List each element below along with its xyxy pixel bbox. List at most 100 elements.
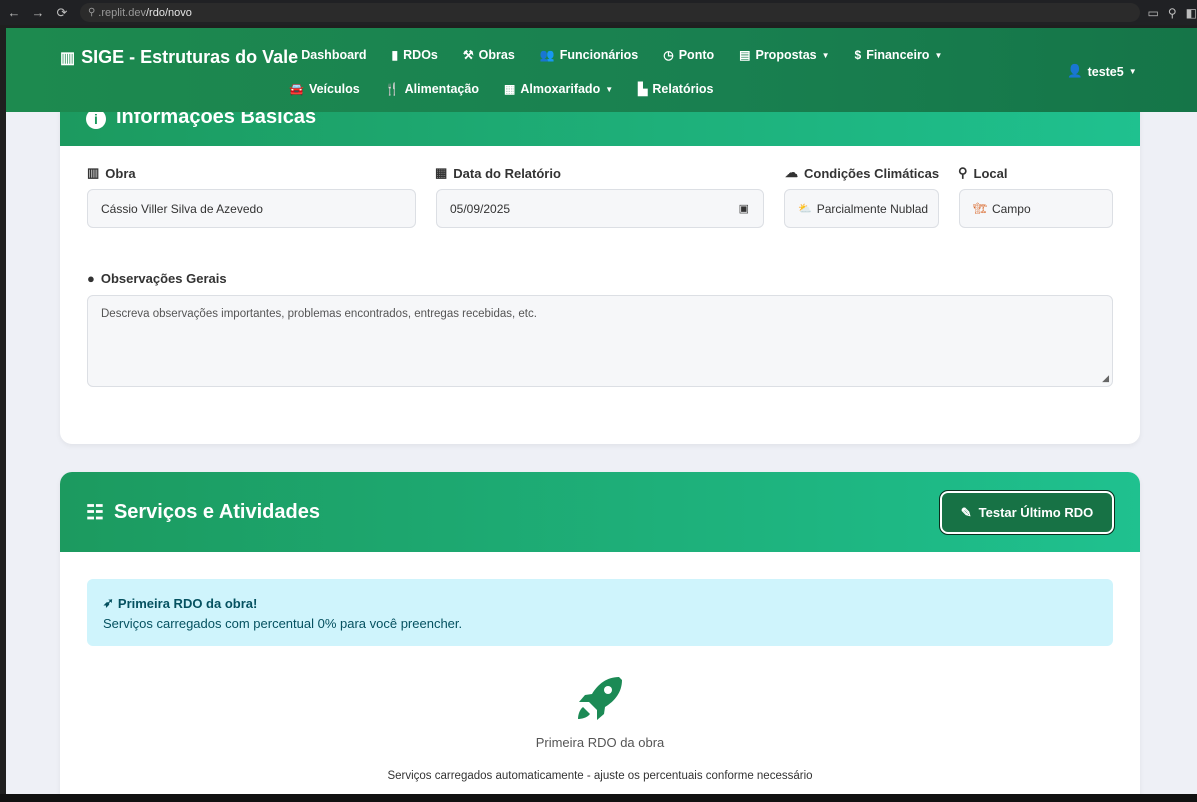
nav-propostas[interactable]: ▤ Propostas ▼ — [739, 46, 829, 64]
taskbar-strip — [0, 794, 1197, 802]
obs-label: ● Observações Gerais — [87, 271, 227, 286]
file-icon: ▮ — [391, 48, 399, 62]
resize-handle-icon[interactable]: ◢ — [1102, 373, 1109, 384]
obs-placeholder: Descreva observações importantes, proble… — [101, 308, 537, 320]
rocket-small-icon: ➶ — [103, 595, 114, 610]
data-label-text: Data do Relatório — [453, 165, 561, 181]
calendar-icon: ▦ — [435, 165, 448, 180]
browser-toolbar: ← → ⟳ ⚲ .replit.dev/rdo/novo ▭ ⚲ ◧ — [0, 0, 1197, 25]
boxes-icon: ▦ — [503, 82, 516, 96]
page-viewport: i Informações Básicas ▥ Obra Cássio Vill… — [6, 28, 1197, 794]
nav-dashboard[interactable]: ◔ Dashboard — [289, 46, 367, 64]
link-icon: ⚲ — [87, 7, 96, 18]
url-domain: .replit.dev — [98, 6, 146, 19]
local-value: Campo — [991, 201, 1031, 216]
chevron-down-icon: ▼ — [1128, 67, 1137, 76]
chevron-down-icon: ▼ — [605, 84, 614, 94]
obs-label-text: Observações Gerais — [100, 271, 227, 286]
obra-label: ▥ Obra — [87, 165, 136, 181]
alert-title-text: Primeira RDO da obra! — [117, 595, 258, 611]
building-logo-icon: ▥ — [60, 49, 76, 67]
nav-ponto-label: Ponto — [678, 48, 715, 62]
nav-funcionarios[interactable]: 👥 Funcionários — [540, 46, 638, 64]
building-icon: ▥ — [87, 165, 100, 180]
empty-state-subtitle: Serviços carregados automaticamente - aj… — [387, 770, 813, 782]
url-path: /rdo/novo — [145, 6, 192, 19]
nav-links: ◔ Dashboard ▮ RDOs ⚒ Obras 👥 Funcionário… — [289, 46, 1029, 98]
document-icon: ▤ — [739, 48, 751, 62]
nav-rdos[interactable]: ▮ RDOs — [392, 46, 438, 64]
chevron-down-icon: ▼ — [821, 50, 830, 60]
obra-value: Cássio Viller Silva de Azevedo — [101, 201, 263, 216]
nav-relatorios[interactable]: ▙ Relatórios — [638, 80, 713, 98]
clima-select[interactable]: ⛅ Parcialmente Nublad — [784, 189, 939, 228]
obra-label-text: Obra — [105, 165, 136, 181]
nav-funcionarios-label: Funcionários — [559, 48, 639, 62]
empty-state-title: Primeira RDO da obra — [535, 735, 665, 750]
data-label: ▦ Data do Relatório — [435, 165, 561, 181]
obra-select[interactable]: Cássio Viller Silva de Azevedo — [87, 189, 416, 228]
info-icon: i — [86, 109, 106, 129]
clock-icon: ◷ — [663, 48, 674, 62]
nav-veiculos-label: Veículos — [308, 82, 360, 96]
nav-relatorios-label: Relatórios — [652, 82, 714, 96]
nav-dashboard-label: Dashboard — [301, 48, 367, 62]
pencil-icon: ✎ — [960, 504, 972, 520]
brand-title: SIGE - Estruturas do Vale — [81, 47, 299, 67]
nav-obras[interactable]: ⚒ Obras — [463, 46, 515, 64]
services-card: ☷ Serviços e Atividades ✎ Testar Último … — [60, 472, 1140, 794]
test-button-label: Testar Último RDO — [978, 505, 1094, 520]
brand[interactable]: ▥ SIGE - Estruturas do Vale — [60, 47, 298, 68]
nav-propostas-label: Propostas — [755, 48, 817, 62]
cloud-icon: ☁ — [785, 165, 798, 180]
clima-label: ☁ Condições Climáticas — [785, 165, 939, 181]
test-last-rdo-button[interactable]: ✎ Testar Último RDO — [939, 490, 1115, 535]
date-input[interactable]: 05/09/2025 ▣ — [436, 189, 764, 228]
alert-title: ➶ Primeira RDO da obra! — [103, 595, 1097, 611]
extensions-icon[interactable]: ⚲ — [1168, 6, 1177, 20]
user-menu[interactable]: 👤 teste5 ▼ — [1067, 64, 1137, 79]
chevron-down-icon: ▼ — [934, 50, 943, 60]
nav-almoxarifado-label: Almoxarifado — [520, 82, 601, 96]
cast-icon[interactable]: ▭ — [1148, 6, 1159, 20]
back-icon[interactable]: ← — [4, 3, 24, 23]
nav-ponto[interactable]: ◷ Ponto — [663, 46, 714, 64]
first-rdo-alert: ➶ Primeira RDO da obra! Serviços carrega… — [87, 579, 1113, 646]
comment-icon: ● — [87, 271, 95, 286]
dollar-icon: $ — [854, 48, 862, 62]
address-bar[interactable]: ⚲ .replit.dev/rdo/novo — [79, 3, 1140, 22]
nav-financeiro-label: Financeiro — [866, 48, 930, 62]
local-label: ⚲ Local — [958, 165, 1008, 181]
user-icon: 👤 — [1067, 64, 1083, 78]
alert-text: Serviços carregados com percentual 0% pa… — [103, 616, 463, 631]
car-icon: 🚘 — [289, 82, 304, 96]
sidepanel-icon[interactable]: ◧ — [1186, 6, 1197, 20]
date-picker-icon[interactable]: ▣ — [739, 202, 749, 215]
hammer-icon: ⚒ — [462, 48, 474, 62]
map-marker-icon: ⚲ — [958, 165, 968, 180]
dashboard-icon: ◔ — [289, 48, 297, 62]
utensils-icon: 🍴 — [384, 82, 400, 96]
partly-cloudy-icon: ⛅ — [798, 203, 812, 215]
nav-almoxarifado[interactable]: ▦ Almoxarifado ▼ — [504, 80, 613, 98]
local-label-text: Local — [973, 165, 1008, 181]
top-navbar: ▥ SIGE - Estruturas do Vale ◔ Dashboard … — [6, 28, 1197, 112]
chart-icon: ▙ — [638, 82, 648, 96]
tasks-icon: ☷ — [86, 501, 104, 524]
forward-icon[interactable]: → — [28, 3, 48, 23]
clima-value: Parcialmente Nublad — [816, 201, 929, 216]
nav-alimentacao-label: Alimentação — [404, 82, 479, 96]
users-icon: 👥 — [539, 48, 555, 62]
construction-icon: 🏗 — [973, 203, 987, 215]
user-name: teste5 — [1087, 64, 1124, 79]
clima-label-text: Condições Climáticas — [804, 165, 940, 181]
nav-rdos-label: RDOs — [403, 48, 438, 62]
local-select[interactable]: 🏗 Campo — [959, 189, 1113, 228]
nav-financeiro[interactable]: $ Financeiro ▼ — [855, 46, 943, 64]
observacoes-textarea[interactable]: Descreva observações importantes, proble… — [87, 295, 1113, 387]
nav-veiculos[interactable]: 🚘 Veículos — [289, 80, 360, 98]
services-title: Serviços e Atividades — [113, 500, 320, 523]
reload-icon[interactable]: ⟳ — [52, 3, 72, 23]
rocket-icon — [578, 677, 622, 720]
nav-alimentacao[interactable]: 🍴 Alimentação — [385, 80, 479, 98]
